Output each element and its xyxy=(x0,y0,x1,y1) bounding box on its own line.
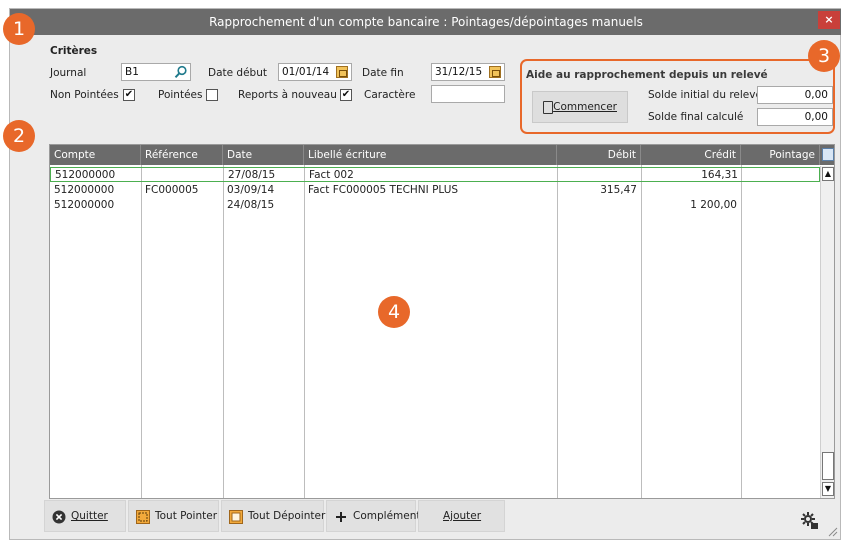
tout-depointer-label: Tout Dépointer xyxy=(248,510,326,522)
scrollbar-thumb[interactable] xyxy=(822,452,834,480)
cell-date: 24/08/15 xyxy=(227,199,275,211)
col-pointage[interactable]: Pointage xyxy=(741,145,820,165)
column-divider xyxy=(223,165,224,498)
date-debut-value: 01/01/14 xyxy=(282,66,330,78)
solde-final-label: Solde final calculé xyxy=(648,111,744,123)
plus-icon xyxy=(336,512,346,522)
cell-libelle: Fact FC000005 TECHNI PLUS xyxy=(308,184,459,196)
non-pointees-checkbox[interactable]: ✔ xyxy=(123,89,135,101)
calendar-icon[interactable] xyxy=(336,66,348,78)
close-circle-icon xyxy=(52,510,66,524)
scroll-up-icon[interactable]: ▲ xyxy=(822,167,834,181)
pointees-checkbox[interactable] xyxy=(206,89,218,101)
cell-credit xyxy=(641,183,741,198)
window-title: Rapprochement d'un compte bancaire : Poi… xyxy=(209,15,643,29)
cell-libelle: Fact 002 xyxy=(309,169,354,181)
check-all-icon xyxy=(136,510,150,524)
commencer-button[interactable]: Commencer xyxy=(532,91,628,123)
column-divider xyxy=(557,165,558,498)
cell-pointage[interactable] xyxy=(742,168,821,183)
complement-label: Complément xyxy=(353,510,421,522)
date-fin-label: Date fin xyxy=(362,67,404,79)
annotation-badge-1: 1 xyxy=(3,13,35,45)
title-bar: Rapprochement d'un compte bancaire : Poi… xyxy=(10,9,841,35)
annotation-badge-4: 4 xyxy=(378,296,410,328)
journal-value: B1 xyxy=(125,66,139,78)
date-debut-label: Date début xyxy=(208,67,267,79)
table-row[interactable]: 512000000 27/08/15 Fact 002 164,31 xyxy=(50,167,820,182)
col-compte[interactable]: Compte xyxy=(50,145,141,165)
cell-date: 03/09/14 xyxy=(227,184,275,196)
cell-compte: 512000000 xyxy=(55,169,116,181)
settings-gear-icon[interactable] xyxy=(800,511,820,531)
cell-reference xyxy=(142,168,224,183)
cell-date: 27/08/15 xyxy=(228,169,276,181)
table-row[interactable]: 512000000 24/08/15 1 200,00 xyxy=(50,198,820,213)
date-fin-input[interactable]: 31/12/15 xyxy=(431,63,505,81)
pointees-label: Pointées xyxy=(158,89,203,101)
scroll-down-icon[interactable]: ▼ xyxy=(822,482,834,496)
ecritures-table: Compte Référence Date Libellé écriture D… xyxy=(49,144,835,499)
cell-debit xyxy=(557,198,641,213)
uncheck-all-icon xyxy=(229,510,243,524)
col-credit[interactable]: Crédit xyxy=(641,145,741,165)
solde-initial-field: 0,00 xyxy=(757,86,833,104)
journal-input[interactable]: B1 xyxy=(121,63,191,81)
annotation-badge-2: 2 xyxy=(3,120,35,152)
date-debut-input[interactable]: 01/01/14 xyxy=(278,63,352,81)
cell-compte: 512000000 xyxy=(54,199,115,211)
cell-libelle xyxy=(304,198,557,213)
cell-pointage[interactable] xyxy=(741,198,820,213)
quitter-button[interactable]: Quitter xyxy=(44,500,126,532)
aide-rapprochement-panel: Aide au rapprochement depuis un relevé C… xyxy=(520,59,835,134)
solde-initial-label: Solde initial du relevé xyxy=(648,89,762,101)
cell-compte: 512000000 xyxy=(54,184,115,196)
quitter-label: Quitter xyxy=(71,510,108,522)
aide-heading: Aide au rapprochement depuis un relevé xyxy=(526,69,768,81)
reports-checkbox[interactable]: ✔ xyxy=(340,89,352,101)
tout-pointer-button[interactable]: Tout Pointer xyxy=(128,500,219,532)
clipboard-icon xyxy=(543,101,553,114)
column-divider xyxy=(141,165,142,498)
caractere-label: Caractère xyxy=(364,89,416,101)
solde-final-field: 0,00 xyxy=(757,108,833,126)
col-reference[interactable]: Référence xyxy=(141,145,223,165)
cell-reference xyxy=(141,198,223,213)
search-icon[interactable] xyxy=(174,65,188,79)
col-date[interactable]: Date xyxy=(223,145,304,165)
table-row[interactable]: 512000000 FC000005 03/09/14 Fact FC00000… xyxy=(50,183,820,198)
rapprochement-window: Rapprochement d'un compte bancaire : Poi… xyxy=(9,8,841,540)
non-pointees-label: Non Pointées xyxy=(50,89,119,101)
cell-credit: 1 200,00 xyxy=(690,199,737,211)
close-button[interactable]: × xyxy=(818,11,840,29)
col-libelle[interactable]: Libellé écriture xyxy=(304,145,557,165)
vertical-scrollbar[interactable]: ▲ ▼ xyxy=(820,166,834,498)
annotation-badge-3: 3 xyxy=(808,40,840,72)
column-divider xyxy=(304,165,305,498)
table-header: Compte Référence Date Libellé écriture D… xyxy=(50,145,834,165)
commencer-label: Commencer xyxy=(553,101,617,113)
tout-depointer-button[interactable]: Tout Dépointer xyxy=(221,500,326,532)
calendar-icon[interactable] xyxy=(489,66,501,78)
cell-pointage[interactable] xyxy=(741,183,820,198)
cell-credit: 164,31 xyxy=(701,169,738,181)
date-fin-value: 31/12/15 xyxy=(435,66,483,78)
criteres-heading: Critères xyxy=(50,45,98,57)
complement-button[interactable]: Complément xyxy=(326,500,421,532)
column-divider xyxy=(741,165,742,498)
cell-reference: FC000005 xyxy=(145,184,199,196)
tout-pointer-label: Tout Pointer xyxy=(155,510,218,522)
reports-label: Reports à nouveau xyxy=(238,89,337,101)
resize-grip-icon[interactable] xyxy=(828,527,838,537)
column-divider xyxy=(641,165,642,498)
ajouter-label: Ajouter xyxy=(443,510,482,522)
ajouter-button[interactable]: Ajouter xyxy=(418,500,505,532)
caractere-input[interactable] xyxy=(431,85,505,103)
cell-debit: 315,47 xyxy=(600,184,637,196)
journal-label: Journal xyxy=(50,67,87,79)
col-debit[interactable]: Débit xyxy=(557,145,641,165)
grid-search-icon[interactable] xyxy=(822,148,834,161)
cell-debit xyxy=(558,168,642,183)
